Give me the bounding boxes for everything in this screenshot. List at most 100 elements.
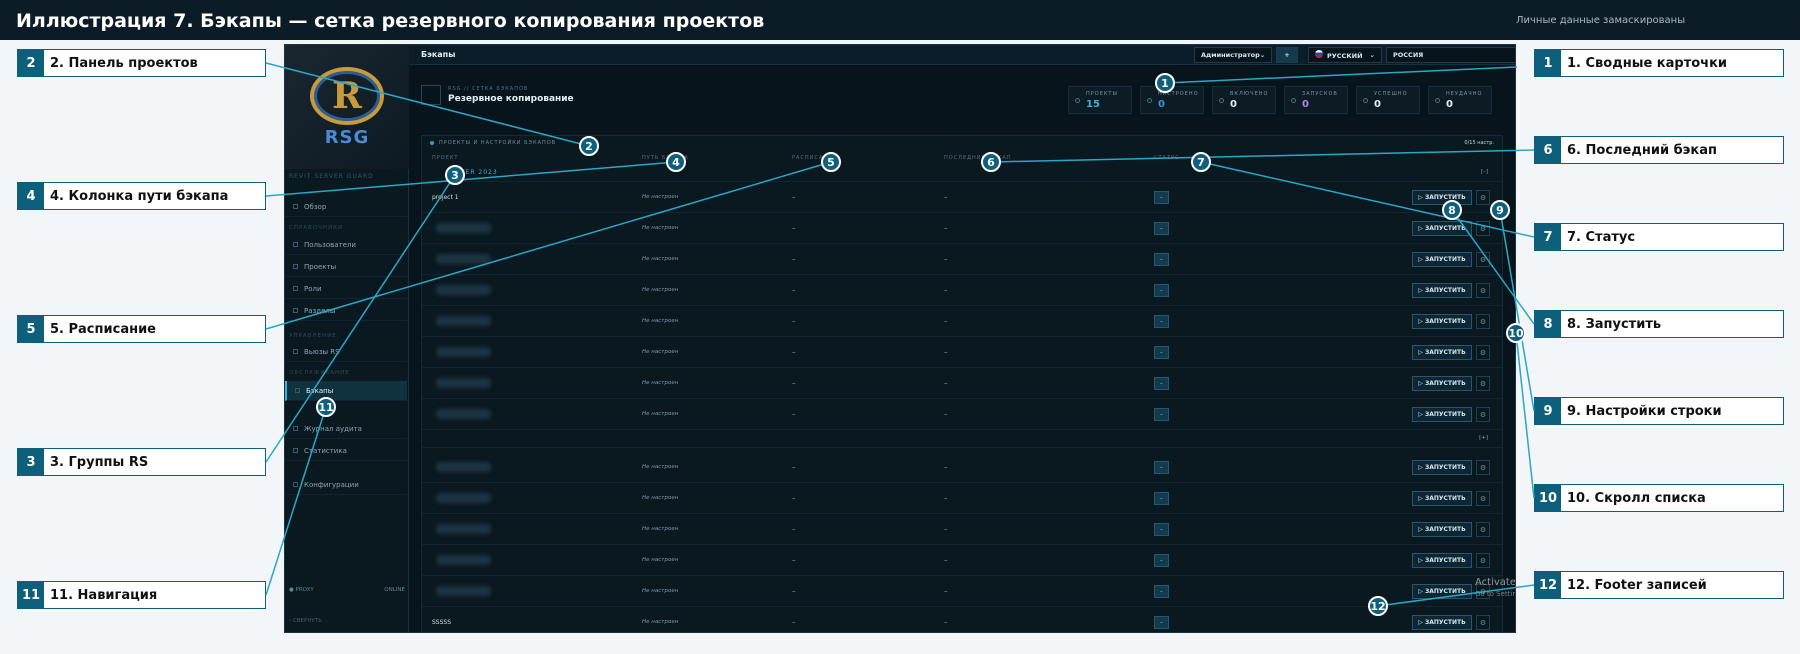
row-settings-gear-icon[interactable]: ⚙	[1476, 283, 1490, 298]
last-backup-value: –	[944, 525, 948, 533]
audit-icon	[293, 426, 298, 431]
table-row: Не настроен – – – ▷ ЗАПУСТИТЬ ⚙	[422, 545, 1502, 576]
sidebar-item-sections[interactable]: Разделы	[285, 301, 407, 321]
schedule-value: –	[792, 556, 796, 564]
callout-label: 4. Колонка пути бэкапа	[50, 188, 229, 204]
callout-8: 8 8. Запустить	[1534, 310, 1784, 338]
sidebar-item-label: Проекты	[304, 262, 337, 271]
sidebar-item-label: Роли	[304, 284, 322, 293]
add-button[interactable]: +	[1276, 47, 1298, 63]
stats-icon	[293, 448, 298, 453]
chevron-down-icon: ⌄	[1259, 51, 1266, 59]
run-backup-button[interactable]: ▷ ЗАПУСТИТЬ	[1412, 252, 1472, 267]
sidebar-item-rs-views[interactable]: Вьюзы RS	[285, 342, 407, 362]
sidebar-item-roles[interactable]: Роли	[285, 279, 407, 299]
callout-number: 9	[1535, 398, 1561, 424]
sidebar-item-label: Бэкапы	[306, 386, 334, 395]
table-row: project 1 Не настроен – – – ▷ ЗАПУСТИТЬ ⚙	[422, 182, 1502, 213]
sidebar-item-audit[interactable]: Журнал аудита	[285, 419, 407, 439]
overview-icon	[293, 204, 298, 209]
status-badge: –	[1154, 315, 1169, 328]
card-label: НЕУДАЧНО	[1446, 91, 1483, 97]
masked-project-name	[436, 493, 491, 503]
last-backup-value: –	[944, 463, 948, 471]
sidebar-item-label: Статистика	[304, 446, 347, 455]
run-backup-button[interactable]: ▷ ЗАПУСТИТЬ	[1412, 190, 1472, 205]
table-row: Не настроен – – – ▷ ЗАПУСТИТЬ ⚙	[422, 337, 1502, 368]
callout-label: 11. Навигация	[50, 587, 158, 603]
callout-number: 7	[1535, 224, 1561, 250]
sidebar-item-users[interactable]: Пользователи	[285, 235, 407, 255]
row-settings-gear-icon[interactable]: ⚙	[1476, 252, 1490, 267]
status-badge: –	[1154, 616, 1169, 629]
run-backup-button[interactable]: ▷ ЗАПУСТИТЬ	[1412, 553, 1472, 568]
schedule-value: –	[792, 348, 796, 356]
sidebar-section: ОБСЛУЖИВАНИЕ	[289, 370, 350, 376]
role-select[interactable]: Администратор ⌄	[1194, 47, 1272, 63]
rs-group-header[interactable]: SERVER 2023 [–]	[422, 164, 1502, 182]
sidebar-item-configs[interactable]: Конфигурации	[285, 475, 407, 495]
run-backup-button[interactable]: ▷ ЗАПУСТИТЬ	[1412, 345, 1472, 360]
sidebar-item-backups[interactable]: Бэкапы	[285, 381, 407, 401]
chevron-down-icon: ⌄	[1369, 51, 1375, 59]
collapse-button[interactable]: ‹ СВЕРНУТЬ	[289, 618, 322, 624]
run-backup-button[interactable]: ▷ ЗАПУСТИТЬ	[1412, 491, 1472, 506]
row-settings-gear-icon[interactable]: ⚙	[1476, 460, 1490, 475]
row-settings-gear-icon[interactable]: ⚙	[1476, 314, 1490, 329]
sidebar-item-overview[interactable]: Обзор	[285, 197, 407, 217]
run-backup-button[interactable]: ▷ ЗАПУСТИТЬ	[1412, 283, 1472, 298]
rs-group-header[interactable]: [+]	[422, 430, 1502, 448]
views-icon	[293, 349, 298, 354]
run-backup-button[interactable]: ▷ ЗАПУСТИТЬ	[1412, 615, 1472, 630]
callout-3: 3 3. Группы RS	[17, 448, 266, 476]
callout-1: 1 1. Сводные карточки	[1534, 49, 1784, 77]
run-backup-button[interactable]: ▷ ЗАПУСТИТЬ	[1412, 522, 1472, 537]
callout-number: 11	[18, 582, 44, 608]
region-select[interactable]: РОССИЯ⌄	[1386, 47, 1515, 63]
run-backup-button[interactable]: ▷ ЗАПУСТИТЬ	[1412, 314, 1472, 329]
last-backup-value: –	[944, 286, 948, 294]
row-settings-gear-icon[interactable]: ⚙	[1476, 615, 1490, 630]
row-settings-gear-icon[interactable]: ⚙	[1476, 376, 1490, 391]
table-row: Не настроен – – – ▷ ЗАПУСТИТЬ ⚙	[422, 483, 1502, 514]
run-backup-button[interactable]: ▷ ЗАПУСТИТЬ	[1412, 460, 1472, 475]
table-row: SSSSS Не настроен – – – ▷ ЗАПУСТИТЬ ⚙	[422, 607, 1502, 632]
schedule-value: –	[792, 255, 796, 263]
run-backup-button[interactable]: ▷ ЗАПУСТИТЬ	[1412, 376, 1472, 391]
language-select[interactable]: РУССКИЙ ⌄	[1308, 47, 1382, 63]
summary-card-success: УСПЕШНО 0	[1356, 86, 1420, 114]
run-backup-button[interactable]: ▷ ЗАПУСТИТЬ	[1412, 221, 1472, 236]
masked-project-name	[436, 285, 491, 295]
row-settings-gear-icon[interactable]: ⚙	[1476, 522, 1490, 537]
projects-icon	[293, 264, 298, 269]
sidebar-item-label: Пользователи	[304, 240, 356, 249]
row-settings-gear-icon[interactable]: ⚙	[1476, 491, 1490, 506]
status-badge: –	[1154, 461, 1169, 474]
privacy-note: Личные данные замаскированы	[1516, 15, 1686, 26]
main-area: Бэкапы Администратор⌄ + РУССКИЙ⌄ РОССИЯ⌄…	[409, 45, 1515, 632]
row-settings-gear-icon[interactable]: ⚙	[1476, 407, 1490, 422]
callout-label: 5. Расписание	[50, 321, 156, 337]
card-value: 15	[1086, 99, 1100, 110]
figure-header: Иллюстрация 7. Бэкапы — сетка резервного…	[0, 0, 1800, 40]
run-backup-button[interactable]: ▷ ЗАПУСТИТЬ	[1412, 584, 1472, 599]
table-row: Не настроен – – – ▷ ЗАПУСТИТЬ ⚙	[422, 213, 1502, 244]
table-row: Не настроен – – – ▷ ЗАПУСТИТЬ ⚙	[422, 399, 1502, 430]
row-settings-gear-icon[interactable]: ⚙	[1476, 345, 1490, 360]
table-row: Не настроен – – – ▷ ЗАПУСТИТЬ ⚙	[422, 452, 1502, 483]
group-toggle[interactable]: [–]	[1481, 169, 1488, 175]
group-toggle[interactable]: [+]	[1479, 435, 1488, 441]
row-settings-gear-icon[interactable]: ⚙	[1476, 190, 1490, 205]
config-icon	[293, 482, 298, 487]
sidebar-subtitle: REVIT SERVER GUARD	[289, 173, 374, 180]
row-settings-gear-icon[interactable]: ⚙	[1476, 553, 1490, 568]
run-backup-button[interactable]: ▷ ЗАПУСТИТЬ	[1412, 407, 1472, 422]
masked-project-name	[436, 462, 491, 472]
sidebar-item-projects[interactable]: Проекты	[285, 257, 407, 277]
page-title: Резервное копирование	[448, 94, 574, 104]
sidebar-item-stats[interactable]: Статистика	[285, 441, 407, 461]
row-settings-gear-icon[interactable]: ⚙	[1476, 221, 1490, 236]
watermark-subtitle: Go to Settings to activate Windows.	[1475, 590, 1515, 598]
status-badge: –	[1154, 191, 1169, 204]
card-value: 0	[1446, 99, 1453, 110]
